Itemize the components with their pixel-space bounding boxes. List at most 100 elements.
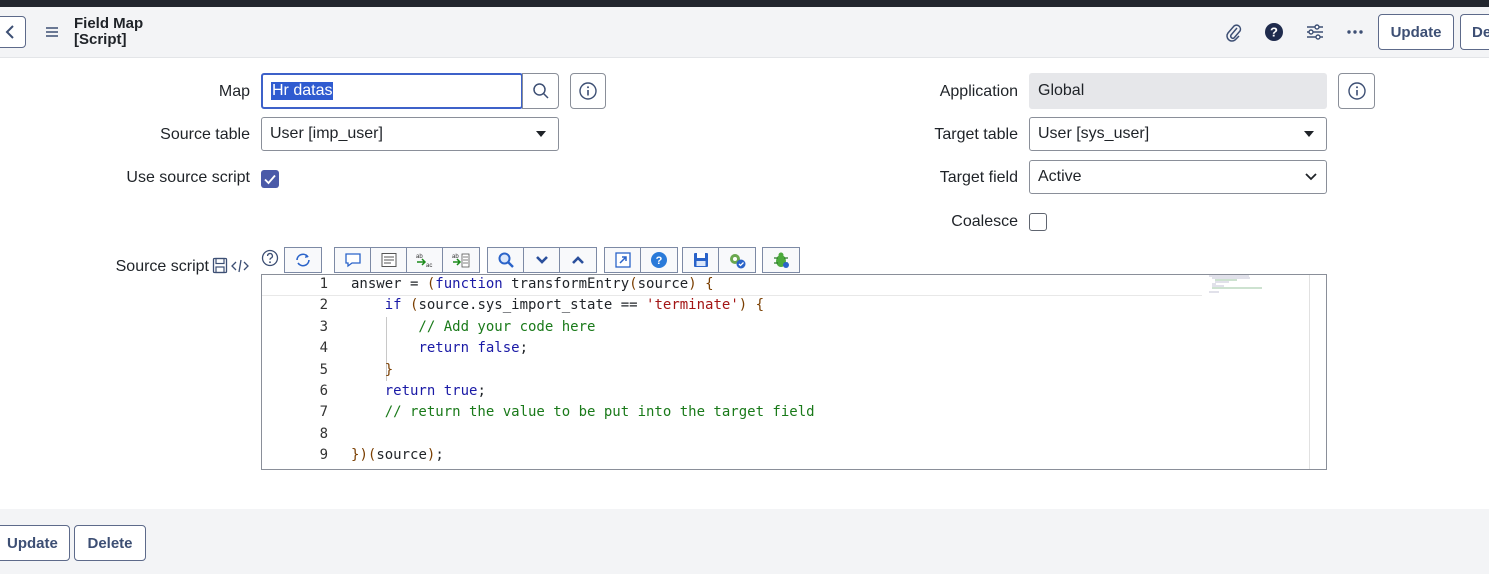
replace-all-icon: ab — [452, 253, 470, 268]
map-input-value: Hr datas — [271, 82, 334, 100]
svg-text:?: ? — [1270, 25, 1278, 40]
help-icon: ? — [651, 252, 667, 268]
code-line: })(source); — [351, 447, 444, 463]
line-number: 6 — [319, 383, 328, 399]
form-header: Field Map [Script] ? Update De — [0, 7, 1489, 58]
script-debug-button[interactable] — [719, 248, 755, 272]
checkmark-icon — [264, 174, 276, 185]
source-table-value: User [imp_user] — [270, 125, 383, 142]
save-script-button[interactable] — [683, 248, 719, 272]
info-icon — [579, 82, 597, 100]
target-field-select[interactable]: Active — [1029, 160, 1327, 194]
help-icon[interactable]: ? — [1263, 21, 1285, 43]
code-editor[interactable]: 1 2 3 4 5 6 7 8 9 answer = (function tra… — [261, 274, 1327, 470]
application-label: Application — [939, 83, 1018, 100]
code-line: if (source.sys_import_state == 'terminat… — [384, 297, 765, 313]
source-table-select[interactable]: User [imp_user] — [261, 117, 559, 151]
top-bar — [0, 0, 1489, 7]
code-line: // Add your code here — [351, 319, 596, 335]
map-info-button[interactable] — [570, 73, 606, 109]
info-icon — [1347, 82, 1366, 100]
map-input[interactable]: Hr datas — [261, 73, 523, 109]
page-title-line2: [Script] — [74, 31, 127, 48]
comment-button[interactable] — [335, 248, 371, 272]
update-button-footer[interactable]: Update — [0, 525, 70, 561]
settings-sliders-icon[interactable] — [1304, 21, 1326, 43]
toolbar-group-edit: ab ac ab — [334, 247, 480, 273]
menu-icon[interactable] — [44, 24, 60, 40]
editor-current-line — [262, 295, 1202, 296]
line-number: 8 — [319, 426, 328, 442]
script-help-button[interactable]: ? — [641, 248, 677, 272]
source-script-label: Source script — [115, 258, 209, 275]
code-line: answer = (function transformEntry(source… — [351, 276, 714, 292]
svg-text:ac: ac — [426, 263, 432, 269]
format-code-icon — [296, 253, 310, 267]
save-icon — [693, 253, 708, 267]
coalesce-label: Coalesce — [951, 213, 1018, 230]
target-table-select[interactable]: User [sys_user] — [1029, 117, 1327, 151]
line-number: 4 — [319, 340, 328, 356]
svg-text:ab: ab — [452, 254, 459, 260]
format-code-button[interactable] — [285, 248, 321, 272]
replace-all-button[interactable]: ab — [443, 248, 479, 272]
dropdown-arrow-icon — [536, 131, 546, 137]
chevron-down-icon — [1305, 173, 1317, 181]
application-value: Global — [1038, 82, 1085, 99]
use-source-script-checkbox[interactable] — [261, 170, 279, 188]
chevron-left-icon — [5, 25, 14, 39]
page-title: Field Map [Script] — [74, 16, 143, 48]
save-icon[interactable] — [212, 257, 228, 274]
source-table-label: Source table — [160, 126, 250, 143]
use-source-script-label: Use source script — [126, 169, 250, 186]
target-table-label: Target table — [934, 126, 1018, 143]
back-button[interactable] — [0, 16, 26, 48]
search-code-button[interactable] — [488, 248, 524, 272]
coalesce-checkbox[interactable] — [1029, 213, 1047, 231]
search-icon — [532, 83, 549, 99]
line-number: 5 — [319, 362, 328, 378]
editor-scrollbar[interactable] — [1309, 275, 1310, 469]
toolbar-group-format — [284, 247, 322, 273]
target-table-value: User [sys_user] — [1038, 125, 1150, 142]
target-field-label: Target field — [939, 169, 1018, 186]
dropdown-arrow-icon — [1304, 131, 1314, 137]
toolbar-group-search — [487, 247, 597, 273]
replace-button[interactable]: ab ac — [407, 248, 443, 272]
toolbar-group-debug — [762, 247, 800, 273]
application-field: Global — [1029, 73, 1327, 109]
code-line: return true; — [384, 383, 486, 399]
map-lookup-button[interactable] — [522, 73, 559, 109]
delete-button-footer[interactable]: Delete — [74, 525, 146, 561]
paperclip-icon[interactable] — [1222, 21, 1244, 43]
page-title-line1: Field Map — [74, 15, 144, 32]
code-line: return false; — [418, 340, 529, 356]
search-icon — [498, 252, 514, 268]
update-button-header[interactable]: Update — [1378, 14, 1454, 50]
fold-down-icon — [535, 256, 548, 264]
line-number: 9 — [319, 447, 328, 463]
fold-up-button[interactable] — [560, 248, 596, 272]
line-number: 2 — [319, 297, 328, 313]
application-info-button[interactable] — [1338, 73, 1375, 109]
help-circle-icon[interactable] — [261, 249, 279, 267]
fold-up-icon — [572, 256, 584, 264]
more-options-icon[interactable] — [1344, 21, 1366, 43]
svg-text:?: ? — [656, 255, 663, 267]
list-button[interactable] — [371, 248, 407, 272]
debug-icon — [774, 252, 789, 268]
line-number: 7 — [319, 404, 328, 420]
code-icon[interactable] — [231, 259, 249, 273]
toolbar-group-view: ? — [604, 247, 678, 273]
fold-down-button[interactable] — [524, 248, 560, 272]
comment-icon — [344, 253, 361, 268]
delete-button-header[interactable]: De — [1460, 14, 1489, 50]
fullscreen-button[interactable] — [605, 248, 641, 272]
script-debug-icon — [730, 254, 746, 269]
line-number: 3 — [319, 319, 328, 335]
code-minimap — [1209, 275, 1262, 293]
code-line: } — [351, 362, 394, 378]
debug-button[interactable] — [763, 248, 799, 272]
fullscreen-icon — [614, 252, 631, 268]
target-field-value: Active — [1038, 168, 1082, 185]
